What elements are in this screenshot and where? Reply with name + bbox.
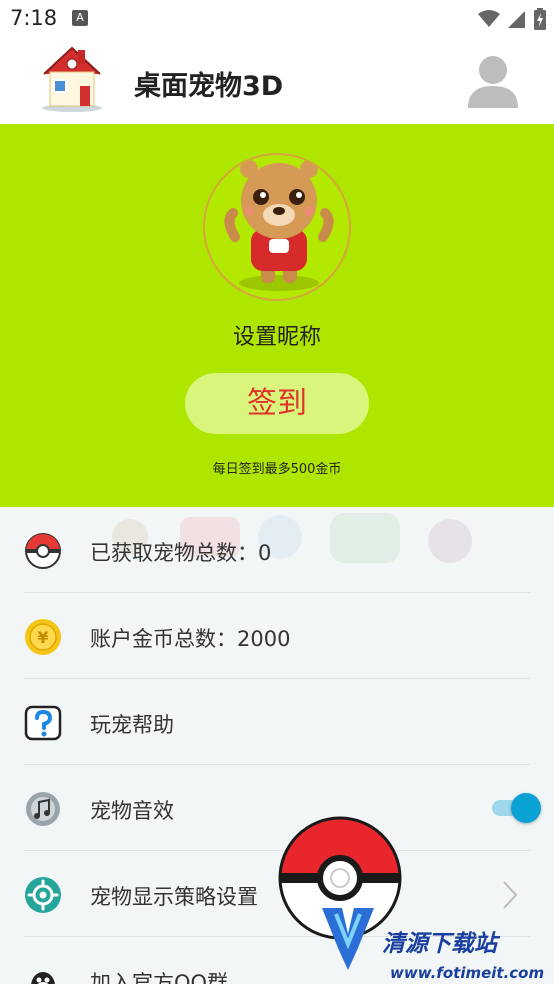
menu-item-sound[interactable]: 宠物音效 bbox=[0, 765, 554, 851]
page-title: 桌面宠物3D bbox=[134, 71, 284, 102]
app-header: 桌面宠物3D bbox=[0, 38, 554, 124]
battery-icon bbox=[534, 8, 546, 30]
nickname-label[interactable]: 设置昵称 bbox=[0, 319, 554, 351]
house-icon[interactable] bbox=[36, 38, 108, 112]
chevron-right-icon bbox=[503, 881, 518, 909]
menu-item-coins[interactable]: ¥ 账户金币总数：2000 bbox=[0, 593, 554, 679]
gear-icon bbox=[25, 877, 61, 913]
menu-item-label: 已获取宠物总数：0 bbox=[90, 541, 272, 565]
menu-item-label: 账户金币总数：2000 bbox=[90, 627, 291, 651]
pet-avatar[interactable] bbox=[203, 153, 351, 301]
svg-text:¥: ¥ bbox=[37, 628, 48, 647]
help-icon bbox=[24, 705, 62, 741]
menu-item-pets-count[interactable]: 已获取宠物总数：0 bbox=[0, 507, 554, 593]
watermark-logo-icon bbox=[322, 908, 374, 970]
profile-hero: 设置昵称 签到 每日签到最多500金币 bbox=[0, 124, 554, 507]
sound-toggle[interactable] bbox=[492, 793, 542, 823]
watermark-text: 清源下载站 bbox=[382, 931, 497, 957]
bear-pet-icon bbox=[224, 160, 334, 291]
status-icons bbox=[478, 8, 546, 30]
signin-button[interactable]: 签到 bbox=[185, 373, 369, 434]
status-bar: 7:18 A bbox=[0, 0, 554, 38]
qq-icon bbox=[31, 972, 55, 984]
music-icon bbox=[26, 792, 60, 826]
coin-icon: ¥ bbox=[25, 619, 61, 655]
wifi-icon bbox=[478, 10, 500, 27]
menu-item-help[interactable]: 玩宠帮助 bbox=[0, 679, 554, 765]
status-time: 7:18 bbox=[10, 6, 58, 30]
menu-item-label: 加入官方QQ群 bbox=[90, 971, 229, 984]
pokeball-icon bbox=[25, 533, 61, 569]
notification-icon: A bbox=[72, 10, 88, 26]
menu-item-label: 宠物音效 bbox=[90, 799, 174, 823]
toggle-thumb bbox=[511, 793, 541, 823]
settings-menu: 已获取宠物总数：0 ¥ 账户金币总数：2000 玩宠帮助 宠物音效 宠物显示策略… bbox=[0, 507, 554, 984]
signin-hint: 每日签到最多500金币 bbox=[212, 462, 342, 477]
menu-item-label: 玩宠帮助 bbox=[90, 713, 174, 737]
menu-item-label: 宠物显示策略设置 bbox=[90, 885, 258, 909]
user-avatar-icon[interactable] bbox=[466, 52, 520, 108]
watermark-url: www.fotimeit.com bbox=[390, 964, 545, 982]
signal-icon bbox=[508, 11, 525, 28]
